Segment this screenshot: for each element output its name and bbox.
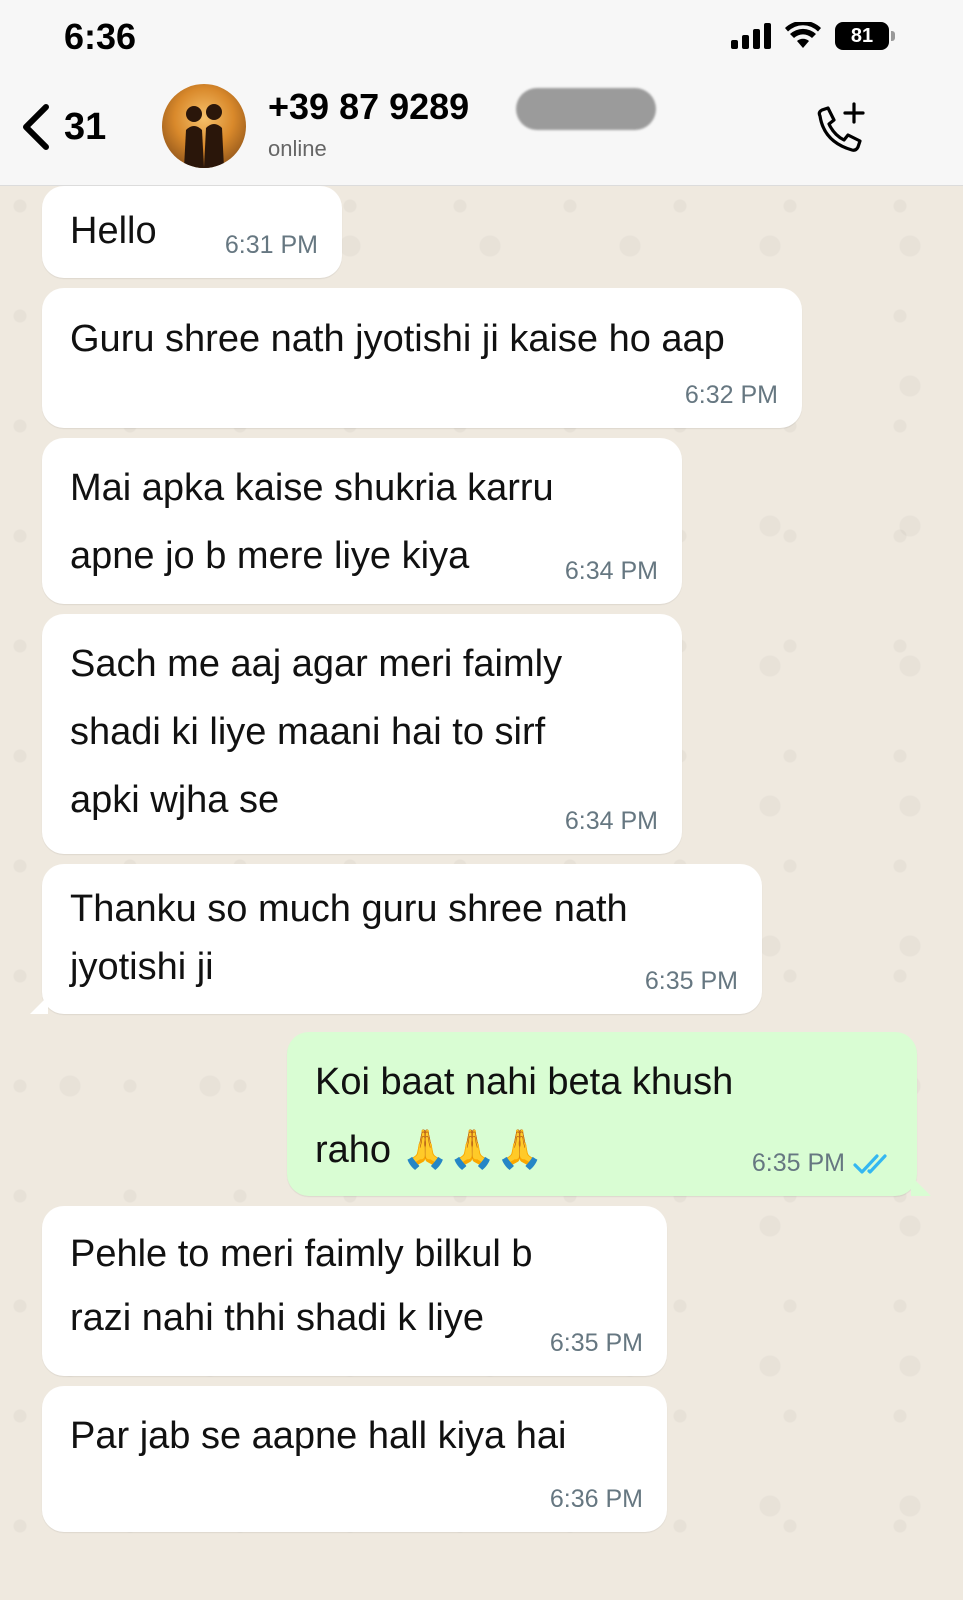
message-bubble[interactable]: Pehle to meri faimly bilkul b razi nahi … [42,1206,667,1376]
add-call-button[interactable] [810,102,870,158]
message-bubble-outgoing[interactable]: Koi baat nahi beta khush raho 🙏🙏🙏 6:35 P… [287,1032,931,1196]
message-bubble[interactable]: Mai apka kaise shukria karru apne jo b m… [42,438,682,604]
message-time: 6:31 PM [224,231,318,259]
status-icons: 81 [731,22,895,50]
chat-header: 31 +39 87 9289 online [0,72,963,186]
message-time: 6:35 PM [644,967,738,995]
message-bubble[interactable]: Par jab se aapne hall kiya hai 6:36 PM [42,1386,667,1532]
message-time: 6:36 PM [549,1485,643,1513]
contact-name[interactable]: +39 87 9289 [268,86,469,128]
message-time: 6:34 PM [564,557,658,585]
message-text: Thanku so much guru shree nath jyotishi … [70,888,628,988]
message-time: 6:35 PM [549,1329,643,1357]
bubble-tail [30,996,48,1014]
redacted-blur [516,88,656,130]
avatar[interactable] [162,84,246,168]
contact-status: online [268,136,327,161]
signal-icon [731,23,771,49]
chevron-left-icon [23,104,49,150]
message-bubble[interactable]: Hello 6:31 PM [42,186,342,278]
phone-add-icon [817,102,865,152]
status-bar: 6:36 81 [0,0,963,72]
message-text: Sach me aaj agar meri faimly shadi ki li… [70,643,563,821]
message-time: 6:34 PM [564,807,658,835]
message-time: 6:35 PM [751,1149,845,1177]
status-time: 6:36 [64,16,137,57]
whatsapp-chat-screen: 6:36 81 31 +39 87 9289 online Hello 6:31… [0,0,963,1600]
message-bubble[interactable]: Guru shree nath jyotishi ji kaise ho aap… [42,288,802,428]
message-bubble[interactable]: Thanku so much guru shree nath jyotishi … [30,864,762,1014]
bubble-tail [911,1176,931,1196]
unread-count: 31 [64,105,107,148]
message-text: Guru shree nath jyotishi ji kaise ho aap [70,318,725,360]
message-time-row: 6:35 PM [752,1149,893,1178]
message-bubble[interactable]: Sach me aaj agar meri faimly shadi ki li… [42,614,682,854]
battery-icon: 81 [835,22,895,50]
chat-area[interactable]: Hello 6:31 PM Guru shree nath jyotishi j… [0,186,963,1600]
double-check-read-icon [853,1153,887,1174]
back-button[interactable]: 31 [20,98,106,156]
message-text: Par jab se aapne hall kiya hai [70,1415,567,1457]
couple-silhouette-icon [184,104,224,168]
wifi-icon [785,22,821,48]
message-time: 6:32 PM [684,381,778,409]
